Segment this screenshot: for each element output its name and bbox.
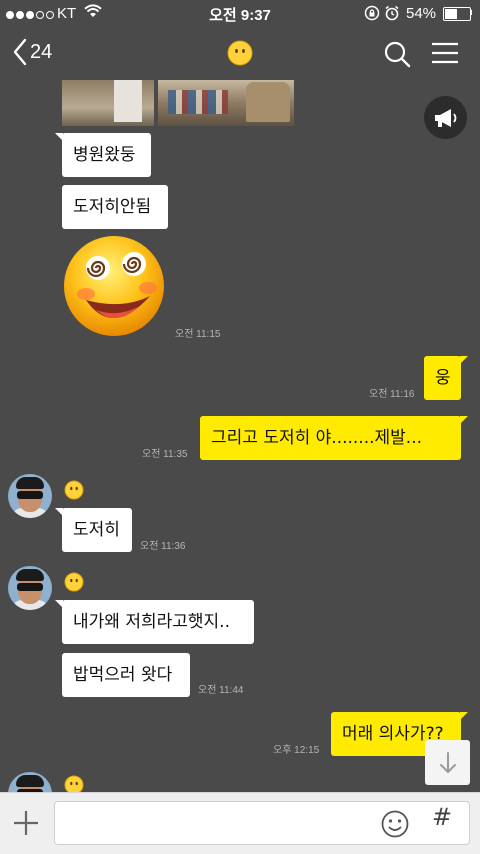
message-bubble[interactable]: 내가왜 저희라고햇지..: [62, 600, 254, 644]
scroll-to-bottom-button[interactable]: [425, 740, 470, 785]
chat-header: 24: [0, 28, 480, 80]
message-bubble[interactable]: 병원왔둥: [62, 133, 151, 177]
message-timestamp: 오전 11:35: [142, 449, 188, 460]
hash-tag-button[interactable]: #: [432, 803, 452, 831]
megaphone-icon: [435, 109, 457, 127]
battery-percent: 54%: [406, 5, 437, 22]
battery-icon: [443, 7, 471, 21]
avatar[interactable]: [8, 566, 52, 610]
message-timestamp: 오후 12:15: [273, 745, 320, 756]
neutral-face-emoji-icon: [227, 40, 253, 70]
attach-button[interactable]: [12, 809, 40, 841]
alarm-icon: [384, 5, 400, 25]
message-bubble[interactable]: 웅: [424, 356, 461, 400]
avatar[interactable]: [8, 474, 52, 518]
photo-thumbnail[interactable]: [158, 80, 294, 126]
back-button[interactable]: 24: [12, 38, 52, 66]
message-bubble[interactable]: 도저히안됨: [62, 185, 168, 229]
message-input-bar: #: [0, 792, 480, 854]
message-timestamp: 오전 11:36: [140, 541, 186, 552]
hamburger-menu-icon: [432, 42, 458, 64]
message-bubble[interactable]: 밥먹으러 왓다: [62, 653, 190, 697]
rotation-lock-icon: [364, 5, 380, 25]
dizzy-smiley-emoticon[interactable]: [62, 234, 166, 342]
neutral-face-emoji-icon: [64, 572, 84, 596]
neutral-face-emoji-icon: [64, 480, 84, 504]
emoticon-button[interactable]: [380, 809, 410, 843]
plus-icon: [14, 811, 38, 835]
menu-button[interactable]: [431, 41, 459, 69]
message-timestamp: 오전 11:15: [175, 329, 221, 340]
arrow-down-icon: [440, 752, 456, 773]
chevron-left-icon: [13, 38, 27, 66]
message-timestamp: 오전 11:16: [369, 389, 415, 400]
photo-thumbnail[interactable]: [62, 80, 154, 126]
status-bar: KT 오전 9:37 54%: [0, 0, 480, 28]
smiley-icon: [381, 810, 409, 838]
unread-count: 24: [30, 40, 53, 63]
message-bubble[interactable]: 그리고 도저히 야........제발...: [200, 416, 461, 460]
search-button[interactable]: [383, 40, 411, 72]
shared-photos[interactable]: [62, 80, 294, 126]
message-bubble[interactable]: 도저히: [62, 508, 132, 552]
notice-button[interactable]: [424, 96, 467, 139]
search-icon: [384, 41, 411, 68]
message-timestamp: 오전 11:44: [198, 685, 244, 696]
